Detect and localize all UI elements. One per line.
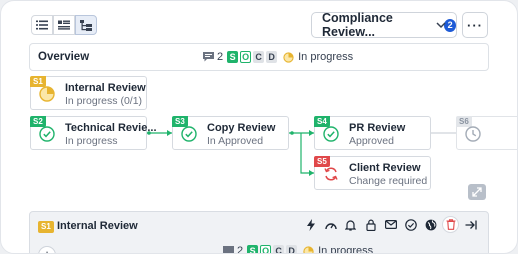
stage-status: Approved	[349, 135, 394, 147]
lightning-icon	[306, 218, 315, 231]
comment-icon	[223, 246, 234, 253]
expand-icon	[472, 187, 482, 197]
panel-stage-tag: S1	[38, 221, 54, 233]
stage-status: In progress	[65, 135, 118, 147]
stage-node-internal-review[interactable]: S1 Internal Review In progress (0/1)	[30, 76, 147, 110]
stage-title: Client Review	[349, 162, 421, 174]
public-button[interactable]	[422, 216, 439, 233]
lock-button[interactable]	[362, 216, 379, 233]
workflow-window: Compliance Review... 2 ··· Overview 2 S …	[0, 0, 518, 254]
stage-title: Copy Review	[207, 122, 276, 134]
stage-chip-d: D	[286, 245, 298, 253]
clock-icon	[465, 126, 481, 142]
approve-button[interactable]	[402, 216, 419, 233]
panel-meta: 2 S O C D In progress	[223, 245, 374, 254]
in-progress-icon	[303, 245, 314, 253]
panel-title: Internal Review	[57, 220, 138, 232]
bell-icon	[345, 219, 356, 231]
stage-node-copy-review[interactable]: S3 Copy Review In Approved	[172, 116, 289, 150]
gauge-icon	[324, 222, 337, 229]
email-button[interactable]	[382, 216, 399, 233]
panel-status: In progress	[318, 245, 374, 254]
check-circle-icon	[404, 218, 417, 231]
collapse-panel-button[interactable]	[462, 216, 479, 233]
automation-button[interactable]	[302, 216, 319, 233]
check-circle-icon	[39, 126, 55, 142]
expand-button[interactable]	[468, 184, 486, 200]
delete-button[interactable]	[442, 216, 459, 233]
trash-icon	[446, 219, 455, 230]
stage-status: In Approved	[207, 135, 264, 147]
stage-detail-panel: S1 Internal Review + 2 S O C D In progre…	[29, 211, 489, 254]
mail-icon	[384, 220, 397, 229]
stage-title: PR Review	[349, 122, 406, 134]
stage-node-pr-review[interactable]: S4 PR Review Approved	[314, 116, 431, 150]
panel-comment-count: 2	[237, 245, 244, 254]
stage-node-technical-review[interactable]: S2 Technical Revie... In progress	[30, 116, 157, 150]
panel-actions	[302, 216, 482, 233]
notifications-button[interactable]	[342, 216, 359, 233]
add-button[interactable]: +	[38, 246, 56, 253]
stage-chip-o: O	[260, 245, 272, 253]
globe-icon	[425, 219, 436, 230]
collapse-right-icon	[465, 220, 477, 229]
in-progress-icon	[39, 86, 55, 102]
stage-status: In progress (0/1)	[65, 95, 143, 107]
check-circle-icon	[323, 126, 339, 142]
lock-icon	[365, 219, 376, 231]
refresh-icon	[324, 167, 338, 181]
stage-status: Change required	[349, 175, 428, 187]
stage-chip-s: S	[247, 245, 259, 253]
stage-title: Technical Revie...	[65, 122, 157, 134]
stage-node-client-review[interactable]: S5 Client Review Change required	[314, 156, 431, 190]
check-circle-icon	[181, 126, 197, 142]
stage-title: Internal Review	[65, 82, 146, 94]
stage-chip-c: C	[273, 245, 285, 253]
stage-node-s6[interactable]: S6	[456, 116, 517, 150]
progress-button[interactable]	[322, 216, 339, 233]
